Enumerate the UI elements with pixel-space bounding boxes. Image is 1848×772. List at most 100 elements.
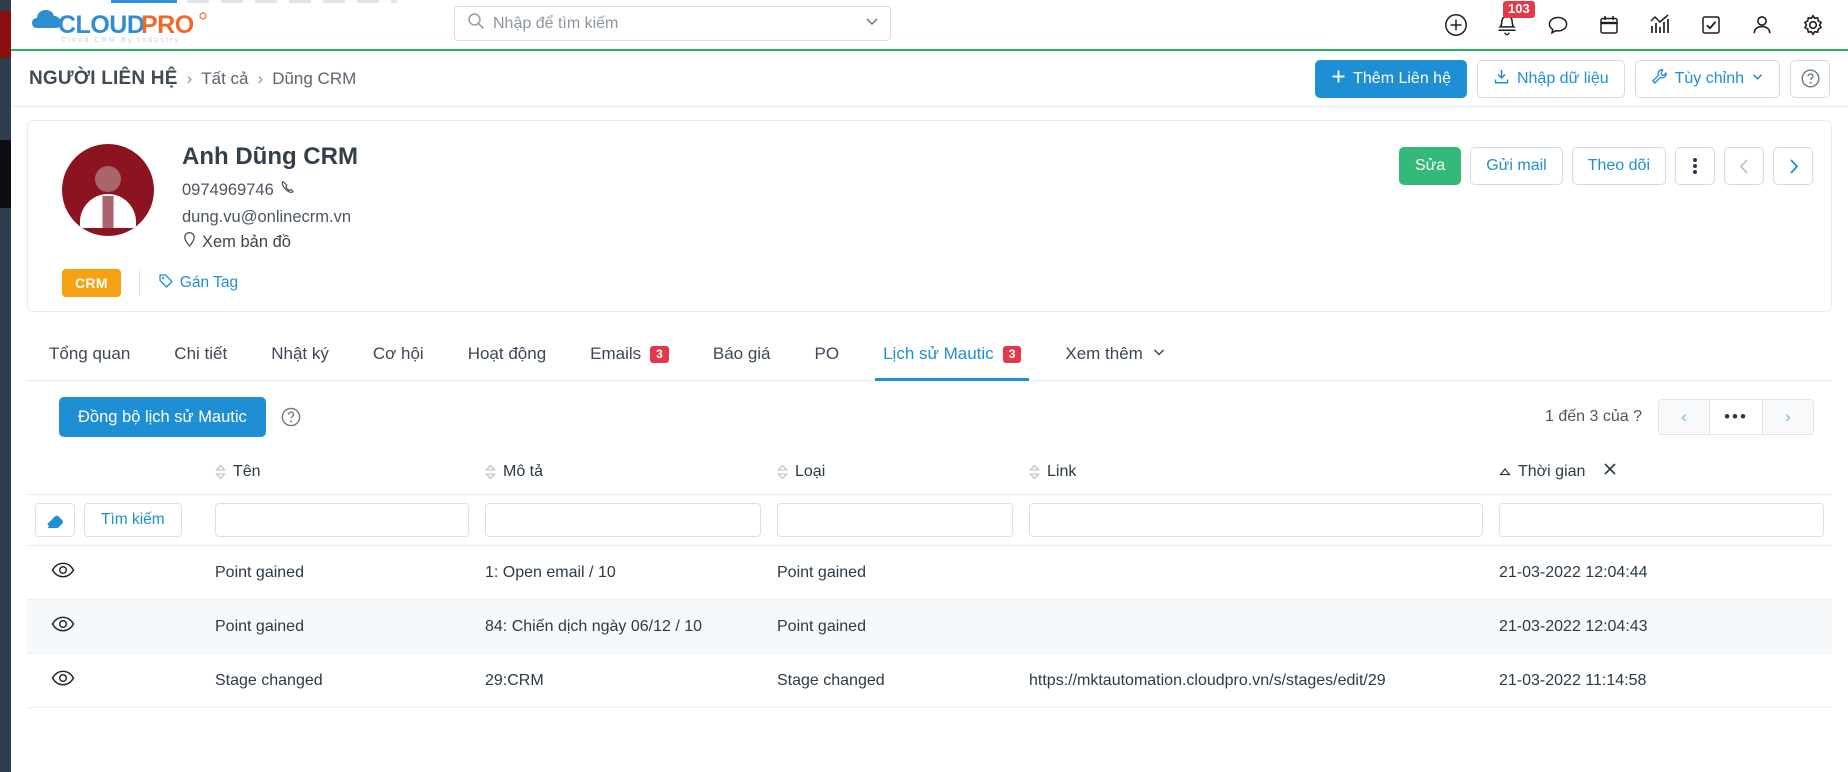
column-header-link[interactable]: Link bbox=[1021, 449, 1491, 496]
search-filter-button[interactable]: Tìm kiếm bbox=[84, 503, 182, 538]
bell-icon[interactable]: 103 bbox=[1494, 0, 1535, 38]
cell-link[interactable] bbox=[1021, 599, 1491, 655]
filter-cell-name bbox=[207, 494, 477, 547]
sync-mautic-button[interactable]: Đồng bộ lịch sử Mautic bbox=[59, 397, 266, 438]
add-contact-button[interactable]: Thêm Liên hệ bbox=[1315, 59, 1467, 98]
add-tag-button[interactable]: Gán Tag bbox=[158, 273, 238, 294]
filter-input-link[interactable] bbox=[1029, 503, 1483, 538]
tab-xem-them[interactable]: Xem thêm bbox=[1043, 334, 1187, 380]
help-circle-icon bbox=[1800, 69, 1820, 88]
table-body: Point gained 1: Open email / 10 Point ga… bbox=[27, 545, 1832, 709]
cell-link[interactable]: https://mktautomation.cloudpro.vn/s/stag… bbox=[1021, 653, 1491, 709]
add-tag-label: Gán Tag bbox=[179, 274, 239, 292]
top-bar: CLOUD PRO Cloud CRM By Industry Nhập để … bbox=[11, 0, 1848, 49]
status-badge: CRM bbox=[62, 269, 121, 298]
search-input[interactable] bbox=[493, 14, 864, 33]
tab-label: Tổng quan bbox=[49, 344, 131, 364]
tab-label: Lịch sử Mautic bbox=[883, 344, 994, 364]
follow-button[interactable]: Theo dõi bbox=[1571, 147, 1666, 185]
table-row[interactable]: Point gained 1: Open email / 10 Point ga… bbox=[27, 545, 1832, 601]
contact-map-row[interactable]: Xem bản đồ bbox=[182, 231, 358, 253]
tab-lich-su-mautic[interactable]: Lịch sử Mautic 3 bbox=[861, 334, 1043, 382]
table-row[interactable]: Point gained 84: Chiến dịch ngày 06/12 /… bbox=[27, 599, 1832, 655]
edit-button[interactable]: Sửa bbox=[1398, 147, 1462, 185]
cell-link[interactable] bbox=[1021, 545, 1491, 601]
more-actions-button[interactable] bbox=[1675, 147, 1715, 185]
column-header-name[interactable]: Tên bbox=[207, 449, 477, 496]
pagination-prev-button[interactable]: ‹ bbox=[1658, 399, 1710, 436]
tab-label: Cơ hội bbox=[372, 344, 424, 364]
tab-bao-gia[interactable]: Báo giá bbox=[691, 334, 793, 380]
column-header-type[interactable]: Loại bbox=[769, 449, 1021, 496]
tab-emails[interactable]: Emails 3 bbox=[568, 334, 691, 380]
contact-card: Anh Dũng CRM 0974969746 dung.vu@onlinecr… bbox=[27, 120, 1832, 313]
tab-hoat-dong[interactable]: Hoạt động bbox=[446, 334, 568, 380]
plus-circle-icon[interactable] bbox=[1443, 12, 1469, 38]
column-header-time[interactable]: Thời gian bbox=[1491, 449, 1832, 496]
filter-cell-description bbox=[477, 494, 769, 547]
view-icon[interactable] bbox=[35, 563, 75, 583]
filter-input-name[interactable] bbox=[215, 503, 469, 538]
pagination-more-button[interactable]: ••• bbox=[1710, 399, 1762, 436]
tab-chi-tiet[interactable]: Chi tiết bbox=[152, 334, 249, 380]
column-header-description[interactable]: Mô tả bbox=[477, 449, 769, 496]
chat-icon[interactable] bbox=[1545, 12, 1571, 38]
cell-description: 29:CRM bbox=[477, 653, 769, 709]
clear-sort-icon[interactable] bbox=[1602, 461, 1618, 482]
filter-tools-cell: Tìm kiếm bbox=[27, 494, 207, 547]
view-icon[interactable] bbox=[35, 671, 75, 691]
row-actions-cell bbox=[27, 545, 207, 601]
send-mail-button[interactable]: Gửi mail bbox=[1470, 147, 1563, 185]
chevron-down-icon[interactable] bbox=[864, 13, 880, 34]
global-search[interactable] bbox=[454, 6, 891, 41]
filter-input-type[interactable] bbox=[777, 503, 1013, 538]
cloudpro-logo[interactable]: CLOUD PRO Cloud CRM By Industry bbox=[31, 6, 221, 44]
breadcrumb-item-current[interactable]: Dũng CRM bbox=[272, 69, 356, 89]
user-icon[interactable] bbox=[1749, 12, 1775, 38]
import-data-label: Nhập dữ liệu bbox=[1516, 69, 1609, 87]
sort-icon[interactable] bbox=[1029, 464, 1040, 480]
contact-info: Anh Dũng CRM 0974969746 dung.vu@onlinecr… bbox=[182, 139, 358, 253]
customize-button[interactable]: Tùy chỉnh bbox=[1634, 59, 1780, 98]
table-header-row: Tên Mô tả Loại Link Thời gian bbox=[27, 449, 1832, 496]
calendar-icon[interactable] bbox=[1596, 12, 1622, 38]
import-data-button[interactable]: Nhập dữ liệu bbox=[1476, 59, 1625, 98]
task-check-icon[interactable] bbox=[1698, 12, 1724, 38]
tab-badge: 3 bbox=[650, 345, 669, 364]
tab-nhat-ky[interactable]: Nhật ký bbox=[249, 334, 351, 380]
sort-icon[interactable] bbox=[485, 464, 496, 480]
next-record-button[interactable] bbox=[1773, 147, 1813, 185]
tab-tong-quan[interactable]: Tổng quan bbox=[27, 334, 152, 380]
column-header-label: Link bbox=[1047, 462, 1077, 480]
tab-po[interactable]: PO bbox=[793, 334, 862, 380]
chevron-down-icon bbox=[1751, 70, 1764, 88]
cell-name: Point gained bbox=[207, 545, 477, 601]
page-title: NGƯỜI LIÊN HỆ bbox=[29, 67, 178, 89]
view-icon[interactable] bbox=[35, 617, 75, 637]
tab-label: Hoạt động bbox=[467, 344, 547, 364]
contact-email[interactable]: dung.vu@onlinecrm.vn bbox=[182, 204, 351, 231]
phone-icon[interactable] bbox=[280, 177, 296, 204]
filter-input-time[interactable] bbox=[1499, 503, 1824, 538]
sync-help-icon[interactable] bbox=[280, 406, 302, 428]
search-box[interactable] bbox=[454, 6, 891, 41]
tab-label: Emails bbox=[590, 344, 642, 364]
tab-co-hoi[interactable]: Cơ hội bbox=[351, 334, 446, 380]
sort-ascending-icon[interactable] bbox=[1499, 467, 1511, 477]
sort-icon[interactable] bbox=[215, 464, 226, 480]
breadcrumb-item-all[interactable]: Tất cả bbox=[201, 69, 248, 89]
table-row[interactable]: Stage changed 29:CRM Stage changed https… bbox=[27, 653, 1832, 709]
tab-label: Xem thêm bbox=[1065, 344, 1143, 364]
gear-icon[interactable] bbox=[1800, 12, 1826, 38]
pagination-next-button[interactable]: › bbox=[1762, 399, 1814, 436]
prev-record-button[interactable] bbox=[1724, 147, 1764, 185]
chevron-right-icon bbox=[1789, 158, 1798, 174]
svg-text:Cloud CRM By Industry: Cloud CRM By Industry bbox=[61, 37, 180, 44]
contact-phone[interactable]: 0974969746 bbox=[182, 177, 274, 204]
filter-input-description[interactable] bbox=[485, 503, 761, 538]
analytics-icon[interactable] bbox=[1647, 12, 1673, 38]
help-button[interactable] bbox=[1790, 59, 1830, 98]
sort-icon[interactable] bbox=[777, 464, 788, 480]
filter-cell-time bbox=[1491, 494, 1832, 547]
clear-filters-button[interactable] bbox=[35, 503, 75, 538]
